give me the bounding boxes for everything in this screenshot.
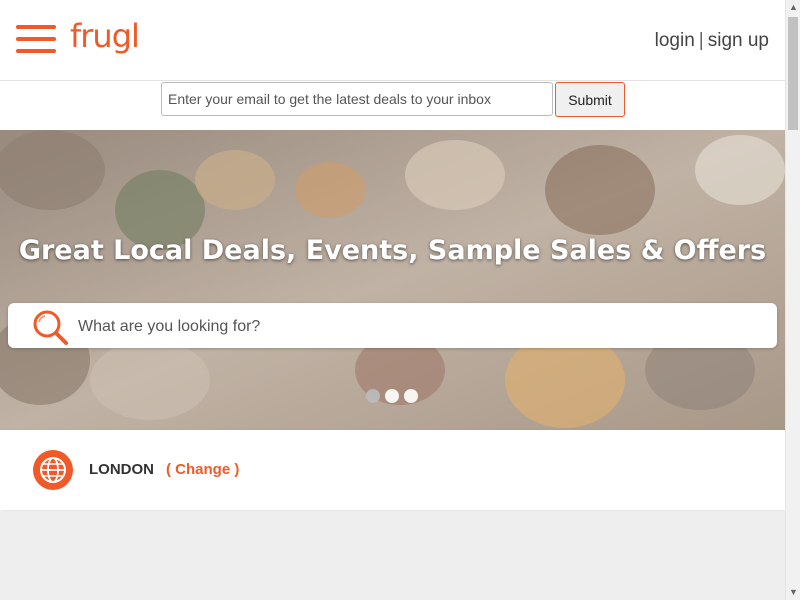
auth-links: login | sign up	[655, 30, 769, 52]
carousel-dot-3[interactable]	[404, 389, 418, 403]
hero-food-photo	[0, 130, 785, 430]
content-section	[0, 511, 785, 600]
carousel-dots	[366, 389, 423, 408]
newsletter-bar: Submit	[0, 81, 785, 130]
search-icon[interactable]	[30, 308, 70, 348]
scroll-thumb[interactable]	[788, 17, 798, 130]
hamburger-menu-icon[interactable]	[16, 23, 56, 55]
site-header: frugl login | sign up	[0, 0, 785, 81]
login-link[interactable]: login	[655, 30, 695, 51]
carousel-dot-1[interactable]	[366, 389, 380, 403]
globe-icon	[33, 450, 73, 490]
scroll-up-arrow-icon[interactable]: ▲	[786, 0, 800, 15]
location-bar: LONDON ( Change )	[0, 430, 785, 510]
scroll-down-arrow-icon[interactable]: ▼	[786, 585, 800, 600]
signup-link[interactable]: sign up	[708, 30, 769, 51]
auth-separator: |	[698, 30, 704, 51]
search-box	[8, 303, 777, 348]
newsletter-submit-button[interactable]: Submit	[555, 82, 625, 117]
location-city: LONDON	[89, 461, 154, 478]
hero-banner: Great Local Deals, Events, Sample Sales …	[0, 130, 785, 430]
hero-title: Great Local Deals, Events, Sample Sales …	[18, 235, 767, 266]
newsletter-email-input[interactable]	[161, 82, 553, 116]
search-input[interactable]	[76, 311, 760, 343]
page-scrollbar[interactable]: ▲ ▼	[785, 0, 800, 600]
page: frugl login|sign up Submit	[0, 0, 785, 600]
carousel-dot-2[interactable]	[385, 389, 399, 403]
site-logo[interactable]: frugl	[70, 16, 140, 56]
change-location-link[interactable]: ( Change )	[166, 461, 239, 478]
